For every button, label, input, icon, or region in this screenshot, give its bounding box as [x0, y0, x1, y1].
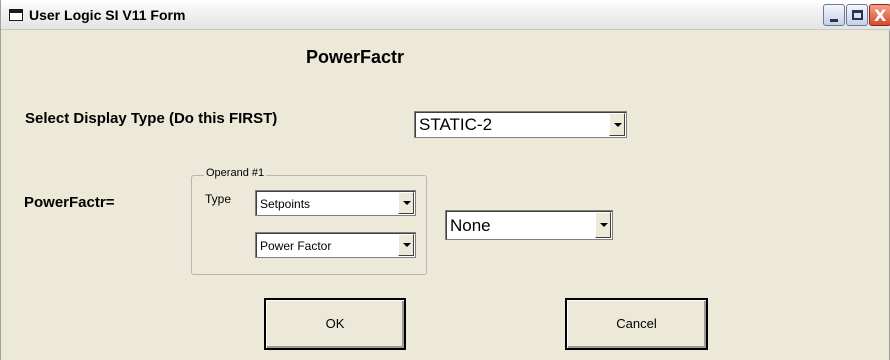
close-icon: X: [874, 6, 887, 25]
cancel-button[interactable]: Cancel: [565, 298, 708, 350]
maximize-icon: [852, 10, 863, 20]
operand-type-value: Setpoints: [260, 197, 311, 211]
minimize-icon: [830, 19, 838, 22]
form-window: User Logic SI V11 Form X PowerFactr Sele…: [0, 0, 890, 360]
operator-value: None: [450, 216, 491, 235]
chevron-down-icon[interactable]: [398, 234, 414, 256]
title-bar[interactable]: User Logic SI V11 Form X: [1, 0, 890, 30]
operator-select[interactable]: None: [445, 210, 613, 240]
chevron-down-icon[interactable]: [398, 192, 414, 214]
form-heading: PowerFactr: [306, 47, 405, 67]
maximize-button[interactable]: [846, 4, 868, 26]
display-type-value: STATIC-2: [419, 115, 493, 134]
window-icon: [9, 9, 23, 21]
expression-label: PowerFactr=: [24, 194, 115, 211]
ok-button[interactable]: OK: [264, 298, 406, 350]
close-button[interactable]: X: [869, 4, 890, 26]
chevron-down-icon[interactable]: [609, 113, 625, 136]
chevron-down-icon[interactable]: [595, 212, 611, 238]
display-type-select[interactable]: STATIC-2: [414, 111, 627, 138]
operand-value-select[interactable]: Power Factor: [255, 232, 416, 258]
window-title: User Logic SI V11 Form: [29, 7, 186, 23]
operand-group-label: Operand #1: [204, 167, 267, 179]
operand-value: Power Factor: [260, 239, 332, 253]
display-type-label: Select Display Type (Do this FIRST): [25, 110, 278, 127]
minimize-button[interactable]: [823, 4, 845, 26]
type-label: Type: [205, 192, 232, 206]
operand-type-select[interactable]: Setpoints: [255, 190, 416, 216]
